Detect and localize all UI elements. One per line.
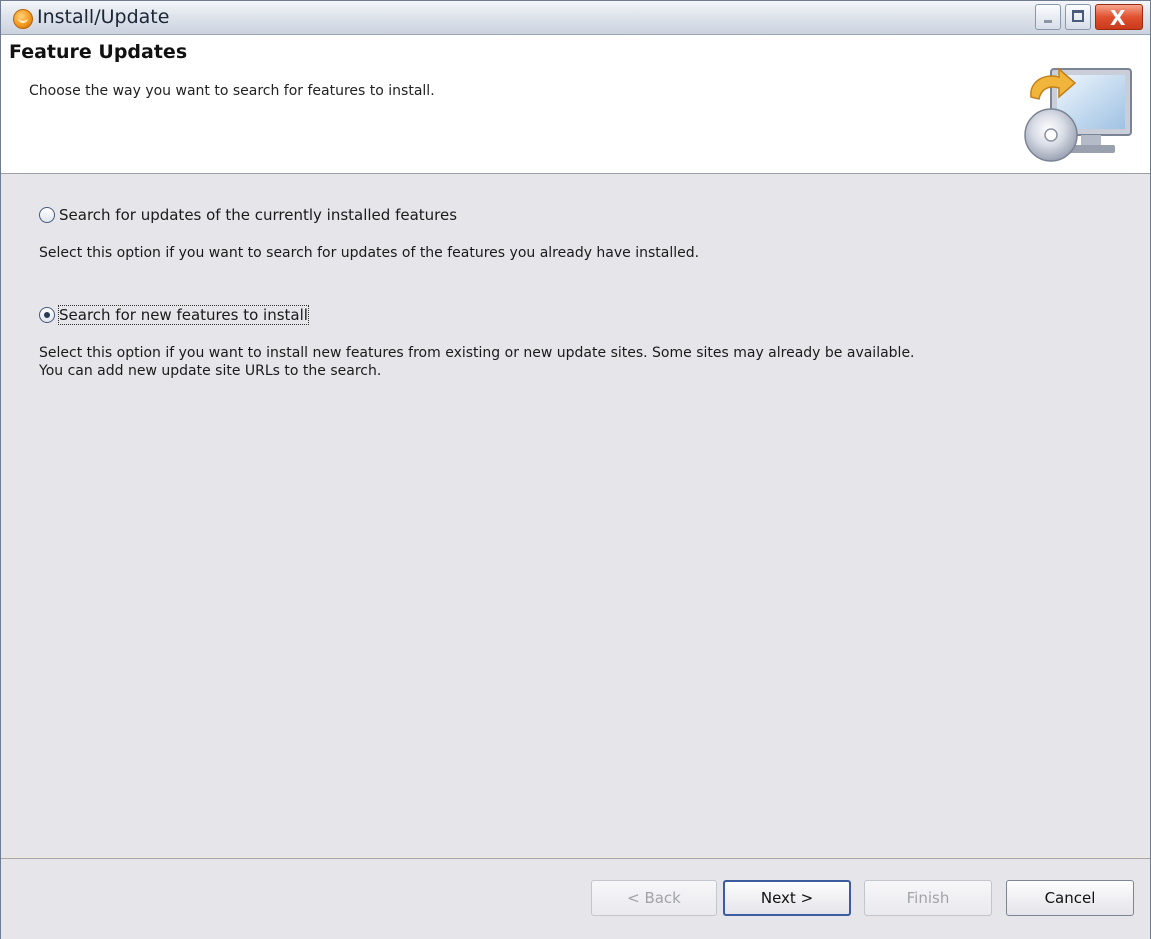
title-bar[interactable]: Install/Update X xyxy=(1,1,1150,35)
search-updates-description: Select this option if you want to search… xyxy=(39,245,700,261)
description-line-1: Select this option if you want to instal… xyxy=(39,345,915,361)
search-updates-label[interactable]: Search for updates of the currently inst… xyxy=(59,206,457,224)
window-title: Install/Update xyxy=(37,6,170,28)
description-line-2: You can add new update site URLs to the … xyxy=(39,363,382,379)
eclipse-app-icon xyxy=(13,9,33,29)
search-updates-option[interactable]: Search for updates of the currently inst… xyxy=(39,206,457,224)
wizard-content xyxy=(1,174,1150,857)
minimize-icon xyxy=(1044,20,1052,23)
search-new-features-option[interactable]: Search for new features to install xyxy=(39,305,309,325)
maximize-button[interactable] xyxy=(1065,4,1091,30)
finish-button[interactable]: Finish xyxy=(864,880,992,916)
search-new-features-label[interactable]: Search for new features to install xyxy=(58,305,309,325)
next-button[interactable]: Next > xyxy=(723,880,851,916)
close-button[interactable]: X xyxy=(1095,4,1143,30)
search-new-features-radio[interactable] xyxy=(39,307,55,323)
close-icon: X xyxy=(1110,6,1126,30)
maximize-icon xyxy=(1072,10,1084,22)
page-description: Choose the way you want to search for fe… xyxy=(29,83,435,99)
page-title: Feature Updates xyxy=(9,41,188,63)
search-updates-radio[interactable] xyxy=(39,207,55,223)
install-update-window: Install/Update X Feature Updates Choose … xyxy=(0,0,1151,939)
cancel-button[interactable]: Cancel xyxy=(1006,880,1134,916)
back-button[interactable]: < Back xyxy=(591,880,717,916)
minimize-button[interactable] xyxy=(1035,4,1061,30)
search-new-features-description: Select this option if you want to instal… xyxy=(39,344,1129,380)
monitor-with-cd-update-icon xyxy=(1024,67,1132,162)
